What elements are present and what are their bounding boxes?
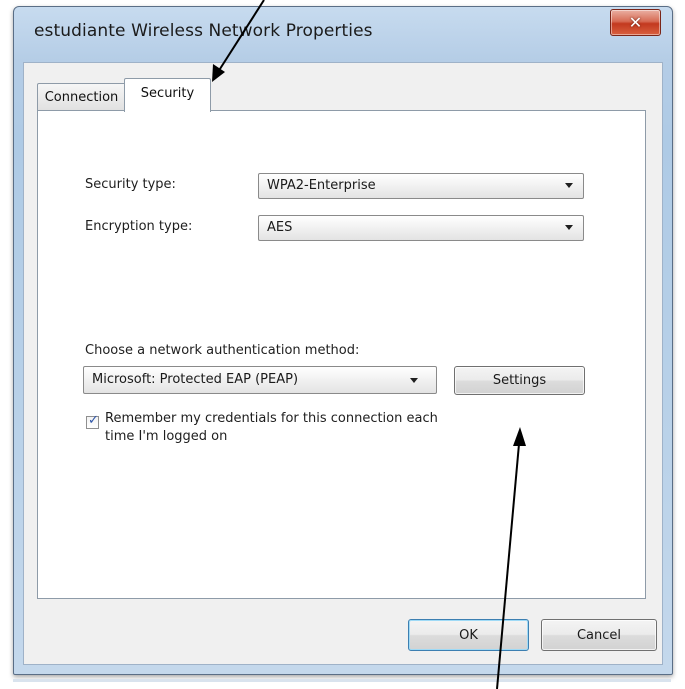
tab-connection[interactable]: Connection xyxy=(37,83,126,110)
remember-credentials-line2: time I'm logged on xyxy=(105,429,228,444)
window-bottom-edge xyxy=(13,679,671,682)
tab-security-label: Security xyxy=(140,86,195,101)
checkmark-icon: ✓ xyxy=(88,413,99,428)
cancel-button[interactable]: Cancel xyxy=(541,619,657,651)
close-button[interactable]: ✕ xyxy=(610,9,661,36)
properties-dialog: estudiante Wireless Network Properties ✕… xyxy=(13,6,673,675)
security-type-label: Security type: xyxy=(85,177,176,192)
remember-credentials-line1: Remember my credentials for this connect… xyxy=(105,411,438,426)
tab-security[interactable]: Security xyxy=(124,78,211,112)
dialog-client-area: Connection Security Security type: WPA2-… xyxy=(23,62,663,665)
encryption-type-value: AES xyxy=(267,220,293,235)
chevron-down-icon xyxy=(565,183,573,188)
auth-method-value: Microsoft: Protected EAP (PEAP) xyxy=(92,372,299,387)
auth-method-select[interactable]: Microsoft: Protected EAP (PEAP) xyxy=(83,366,437,394)
ok-button[interactable]: OK xyxy=(408,619,529,651)
screenshot-page: estudiante Wireless Network Properties ✕… xyxy=(0,0,685,689)
auth-method-label: Choose a network authentication method: xyxy=(85,343,360,358)
window-title: estudiante Wireless Network Properties xyxy=(34,21,373,41)
encryption-type-label: Encryption type: xyxy=(85,219,193,234)
security-type-select[interactable]: WPA2-Enterprise xyxy=(258,173,584,199)
chevron-down-icon xyxy=(410,378,418,383)
security-tab-panel: Security type: WPA2-Enterprise Encryptio… xyxy=(37,110,646,599)
chevron-down-icon xyxy=(565,225,573,230)
remember-credentials-checkbox[interactable]: ✓ xyxy=(86,413,99,429)
tab-connection-label: Connection xyxy=(44,89,119,105)
security-type-value: WPA2-Enterprise xyxy=(267,178,376,193)
settings-button[interactable]: Settings xyxy=(454,366,585,395)
encryption-type-select[interactable]: AES xyxy=(258,215,584,241)
close-icon: ✕ xyxy=(628,13,643,32)
